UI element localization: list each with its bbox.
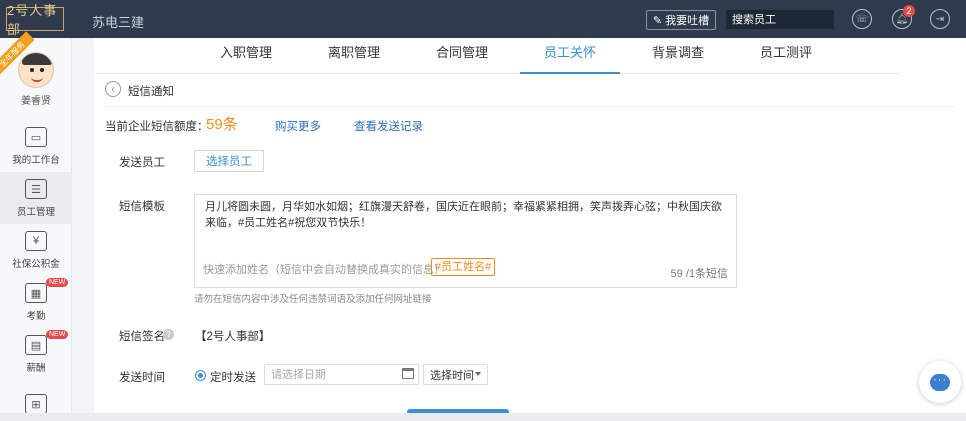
scheduled-send-label[interactable]: 定时发送 xyxy=(210,369,256,385)
divider xyxy=(104,106,954,107)
sidebar-item-label: 考勤 xyxy=(26,311,46,322)
chat-button[interactable]: ··· xyxy=(919,361,961,403)
template-label: 短信模板 xyxy=(119,201,165,213)
send-to-label: 发送员工 xyxy=(119,157,165,169)
tab-onboarding[interactable]: 入职管理 xyxy=(196,38,296,74)
sidebar-item-attendance[interactable]: NEW ▦ 考勤 xyxy=(0,276,72,328)
time-select[interactable]: 选择时间 xyxy=(423,364,488,385)
date-input[interactable] xyxy=(264,364,419,385)
template-text[interactable]: 月儿将圆未圆，月华如水如烟；红旗漫天舒卷，国庆近在眼前；幸福紧紧相拥，笑声拨弄心… xyxy=(205,199,730,231)
back-button[interactable]: ‹ xyxy=(105,81,121,97)
buy-more-link[interactable]: 购买更多 xyxy=(275,118,321,134)
main-content: 入职管理 离职管理 合同管理 员工关怀 背景调查 员工测评 ‹ 短信通知 当前企… xyxy=(94,38,966,421)
gift-icon: ⊞ xyxy=(25,394,47,414)
template-textarea[interactable]: 月儿将圆未圆，月华如水如烟；红旗漫天舒卷，国庆近在眼前；幸福紧紧相拥，笑声拨弄心… xyxy=(194,194,737,288)
calendar-icon[interactable] xyxy=(402,368,414,379)
content-hint: 请勿在短信内容中涉及任何违禁词语及添加任何网址链接 xyxy=(194,294,432,305)
feedback-label: 我要吐槽 xyxy=(665,15,710,27)
user-name: 姜睿贤 xyxy=(21,96,51,107)
feedback-button[interactable]: ✎ 我要吐槽 xyxy=(646,10,716,30)
select-employee-button[interactable]: 选择员工 xyxy=(194,150,264,172)
calendar-icon: ▦ xyxy=(25,283,47,303)
time-select-label: 选择时间 xyxy=(430,369,474,382)
char-count: 59 /1条短信 xyxy=(670,268,728,280)
company-name: 苏电三建 xyxy=(92,15,145,30)
employee-search-input[interactable] xyxy=(726,10,834,29)
tab-employee-care[interactable]: 员工关怀 xyxy=(520,38,620,74)
page-title: 短信通知 xyxy=(128,86,174,98)
monitor-icon: ▭ xyxy=(25,127,47,147)
tab-bar: 入职管理 离职管理 合同管理 员工关怀 背景调查 员工测评 xyxy=(94,38,900,74)
quick-add-hint: 快速添加姓名（短信中会自动替换成真实的信息） xyxy=(203,264,445,276)
scheduled-send-radio[interactable] xyxy=(195,370,206,381)
sidebar-item-employee-management[interactable]: ☰ 员工管理 xyxy=(0,172,72,224)
signature-value: 【2号人事部】 xyxy=(195,331,271,343)
edit-icon: ✎ xyxy=(652,14,663,27)
tab-background-check[interactable]: 背景调查 xyxy=(628,38,728,74)
chevron-left-icon: ‹ xyxy=(111,83,115,95)
top-bar: 2号人事部 苏电三建 ✎ 我要吐槽 ☏ 🔔︎ 2 ⇥ xyxy=(0,0,966,38)
avatar[interactable] xyxy=(18,52,54,88)
house-yuan-icon: ¥ xyxy=(25,231,47,251)
sidebar-item-social-insurance[interactable]: ¥ 社保公积金 xyxy=(0,224,72,276)
send-time-label: 发送时间 xyxy=(119,372,165,384)
quota-label: 当前企业短信额度： xyxy=(105,121,209,133)
tab-contracts[interactable]: 合同管理 xyxy=(412,38,512,74)
employee-search-icon: ☰ xyxy=(25,179,47,199)
sidebar-item-label: 我的工作台 xyxy=(12,155,60,166)
question-icon[interactable]: ? xyxy=(163,329,174,340)
insert-name-tag[interactable]: #员工姓名# xyxy=(431,258,496,276)
sidebar-item-label: 员工管理 xyxy=(16,207,55,218)
notification-badge: 2 xyxy=(903,5,915,17)
tab-employee-assessment[interactable]: 员工测评 xyxy=(736,38,836,74)
tab-offboarding[interactable]: 离职管理 xyxy=(304,38,404,74)
sidebar-item-label: 社保公积金 xyxy=(12,259,60,270)
quota-value: 59条 xyxy=(206,116,238,133)
logout-icon[interactable]: ⇥ xyxy=(930,9,950,29)
sidebar: 全年服务 姜睿贤 ▭ 我的工作台 ☰ 员工管理 ¥ 社保公积金 NEW ▦ 考勤… xyxy=(0,31,72,421)
chevron-down-icon xyxy=(475,372,481,376)
sidebar-item-label: 薪酬 xyxy=(26,363,46,374)
phone-icon[interactable]: ☏ xyxy=(852,9,872,29)
new-badge: NEW xyxy=(46,278,69,287)
view-send-records-link[interactable]: 查看发送记录 xyxy=(354,118,423,134)
signature-label: 短信签名 xyxy=(119,331,165,343)
app-logo[interactable]: 2号人事部 xyxy=(6,3,64,37)
chat-icon: ··· xyxy=(930,373,950,391)
bottom-strip xyxy=(0,413,966,421)
sidebar-item-workbench[interactable]: ▭ 我的工作台 xyxy=(0,120,72,172)
sidebar-item-payroll[interactable]: NEW ▤ 薪酬 xyxy=(0,328,72,380)
new-badge: NEW xyxy=(46,330,69,339)
wallet-icon: ▤ xyxy=(25,335,47,355)
